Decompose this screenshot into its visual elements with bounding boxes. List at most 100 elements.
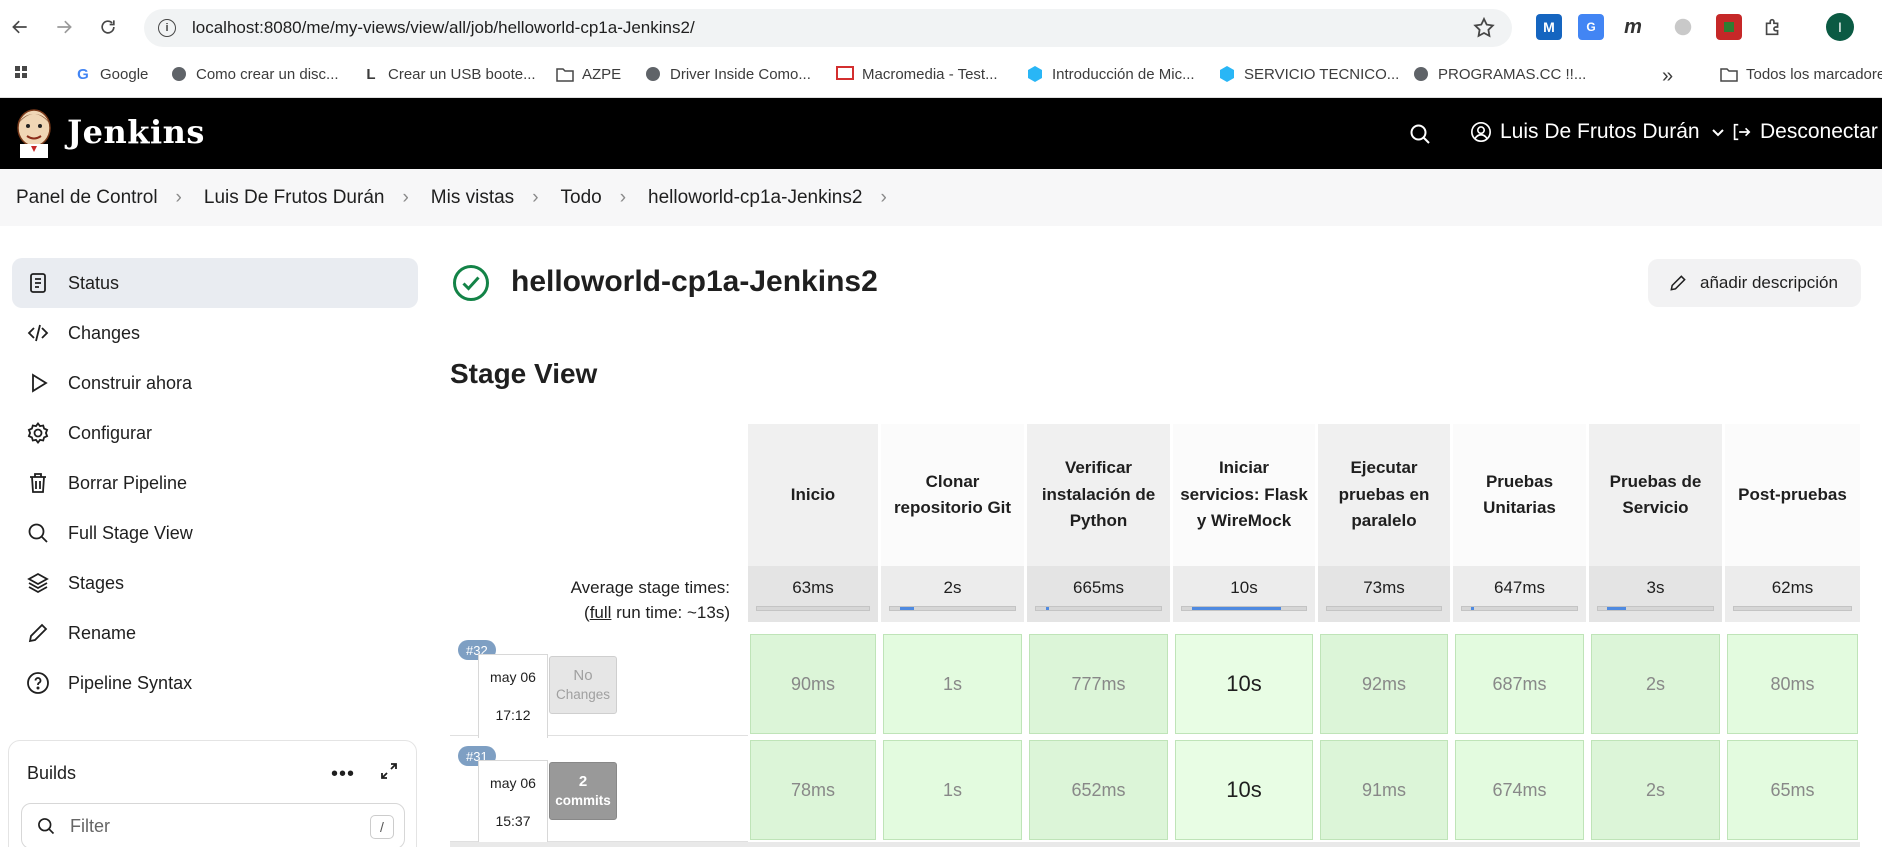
profile-avatar[interactable]: I	[1826, 13, 1854, 41]
builds-panel: Builds ••• Filter /	[8, 740, 417, 847]
stage-cell[interactable]: 80ms	[1727, 634, 1858, 734]
logout-link[interactable]: Desconectar	[1730, 120, 1878, 144]
breadcrumb-item[interactable]: Luis De Frutos Durán	[204, 187, 385, 209]
stage-cell[interactable]: 777ms	[1029, 634, 1168, 734]
bookmark-item[interactable]: Macromedia - Test...	[836, 65, 998, 83]
full-run-time-link[interactable]: full	[590, 603, 612, 622]
table-bottom-edge	[450, 842, 1860, 847]
sidebar-item-label: Borrar Pipeline	[68, 472, 188, 493]
extension-m-italic-icon[interactable]: m	[1620, 14, 1646, 40]
browser-toolbar: i localhost:8080/me/my-views/view/all/jo…	[0, 0, 1882, 54]
bookmark-star-icon[interactable]	[1472, 16, 1496, 40]
apps-grid-icon[interactable]	[14, 65, 34, 85]
stage-cell[interactable]: 90ms	[750, 634, 876, 734]
build-changes[interactable]: 2 commits	[549, 762, 617, 820]
stage-cell[interactable]: 1s	[883, 634, 1022, 734]
stage-average: 647ms	[1453, 566, 1586, 622]
sidebar-item-delete-pipeline[interactable]: Borrar Pipeline	[12, 458, 418, 508]
stage-cell[interactable]: 91ms	[1320, 740, 1448, 840]
bookmark-label: Introducción de Mic...	[1052, 65, 1195, 83]
extension-red-icon[interactable]	[1716, 14, 1742, 40]
stage-cell[interactable]: 92ms	[1320, 634, 1448, 734]
sidebar-item-pipeline-syntax[interactable]: Pipeline Syntax	[12, 658, 418, 708]
extensions-puzzle-icon[interactable]	[1760, 14, 1786, 40]
stage-average-bar	[1733, 606, 1852, 611]
jenkins-brand[interactable]: Jenkins	[67, 113, 205, 151]
site-info-icon[interactable]: i	[158, 19, 176, 37]
globe-icon	[1412, 65, 1430, 83]
stage-cell[interactable]: 2s	[1591, 740, 1720, 840]
expand-icon[interactable]	[379, 761, 399, 781]
bookmarks-bar: G Google Como crear un disc... L Crear u…	[0, 54, 1882, 98]
stage-cell[interactable]: 2s	[1591, 634, 1720, 734]
stage-average-time: 73ms	[1363, 578, 1405, 597]
sidebar-item-label: Full Stage View	[68, 522, 193, 543]
chevron-right-icon[interactable]: ›	[880, 187, 886, 209]
bookmark-item[interactable]: L Crear un USB boote...	[362, 65, 535, 83]
stage-cell[interactable]: 10s	[1175, 634, 1313, 734]
stage-header: Inicio	[748, 424, 878, 566]
bookmark-item[interactable]: Introducción de Mic...	[1026, 65, 1195, 83]
more-options-button[interactable]: •••	[331, 763, 355, 786]
stage-cell[interactable]: 1s	[883, 740, 1022, 840]
stage-cell[interactable]: 10s	[1175, 740, 1313, 840]
sidebar-item-rename[interactable]: Rename	[12, 608, 418, 658]
stage-average-time: 10s	[1230, 578, 1258, 597]
more-bookmarks-button[interactable]: »	[1662, 65, 1673, 88]
pencil-icon	[1670, 275, 1686, 291]
translate-extension-icon[interactable]: G	[1578, 14, 1604, 40]
bookmark-item[interactable]: AZPE	[556, 65, 621, 83]
breadcrumb-item[interactable]: Mis vistas	[431, 187, 514, 209]
sidebar-item-stages[interactable]: Stages	[12, 558, 418, 608]
address-bar[interactable]: i localhost:8080/me/my-views/view/all/jo…	[144, 9, 1512, 47]
stage-cell[interactable]: 687ms	[1455, 634, 1584, 734]
build-changes-text: No Changes	[556, 666, 610, 704]
keyboard-shortcut-hint: /	[370, 815, 394, 839]
stage-cell[interactable]: 65ms	[1727, 740, 1858, 840]
bookmark-label: Todos los marcadores	[1746, 65, 1882, 83]
breadcrumb-item[interactable]: helloworld-cp1a-Jenkins2	[648, 187, 862, 209]
stage-cell[interactable]: 78ms	[750, 740, 876, 840]
sidebar-item-changes[interactable]: Changes	[12, 308, 418, 358]
builds-title: Builds	[27, 763, 77, 783]
bookmark-item[interactable]: Como crear un disc...	[170, 65, 339, 83]
stage-header: Pruebas de Servicio	[1589, 424, 1722, 566]
user-menu[interactable]: Luis De Frutos Durán	[1470, 120, 1726, 144]
bookmark-item[interactable]: PROGRAMAS.CC !!...	[1412, 65, 1586, 83]
globe-icon	[170, 65, 188, 83]
extension-m-icon[interactable]: M	[1536, 14, 1562, 40]
site-icon	[1026, 65, 1044, 83]
side-panel: Status Changes Construir ahora Configura…	[12, 258, 418, 708]
search-icon[interactable]	[1408, 122, 1432, 146]
bookmark-label: SERVICIO TECNICO...	[1244, 65, 1400, 83]
bookmark-label: PROGRAMAS.CC !!...	[1438, 65, 1587, 83]
sidebar-item-configure[interactable]: Configurar	[12, 408, 418, 458]
sidebar-item-full-stage-view[interactable]: Full Stage View	[12, 508, 418, 558]
add-description-button[interactable]: añadir descripción	[1648, 259, 1861, 307]
back-button[interactable]	[2, 9, 38, 45]
changes-line-2: Changes	[555, 687, 611, 703]
avg-label-line1: Average stage times:	[570, 578, 730, 597]
forward-button[interactable]	[46, 9, 82, 45]
build-date: may 06 15:37	[478, 760, 548, 847]
sidebar-item-status[interactable]: Status	[12, 258, 418, 308]
breadcrumb-item[interactable]: Panel de Control	[16, 187, 158, 209]
sidebar-item-build-now[interactable]: Construir ahora	[12, 358, 418, 408]
all-bookmarks-button[interactable]: Todos los marcadores	[1720, 65, 1882, 83]
chevron-right-icon: ›	[619, 186, 627, 208]
build-date-day: may 06	[490, 775, 536, 791]
stage-average-time: 62ms	[1771, 578, 1814, 597]
stage-average-time: 2s	[943, 578, 962, 597]
stage-view-heading: Stage View	[450, 358, 598, 389]
extension-cloud-icon[interactable]	[1670, 14, 1696, 40]
filter-placeholder: Filter	[70, 815, 110, 836]
jenkins-logo-icon[interactable]	[14, 106, 54, 158]
stage-cell[interactable]: 652ms	[1029, 740, 1168, 840]
breadcrumb-item[interactable]: Todo	[561, 187, 602, 209]
bookmark-item[interactable]: G Google	[74, 65, 148, 83]
bookmark-item[interactable]: SERVICIO TECNICO...	[1218, 65, 1399, 83]
reload-button[interactable]	[90, 9, 126, 45]
stage-cell[interactable]: 674ms	[1455, 740, 1584, 840]
builds-filter-input[interactable]: Filter /	[21, 803, 405, 847]
bookmark-item[interactable]: Driver Inside Como...	[644, 65, 811, 83]
